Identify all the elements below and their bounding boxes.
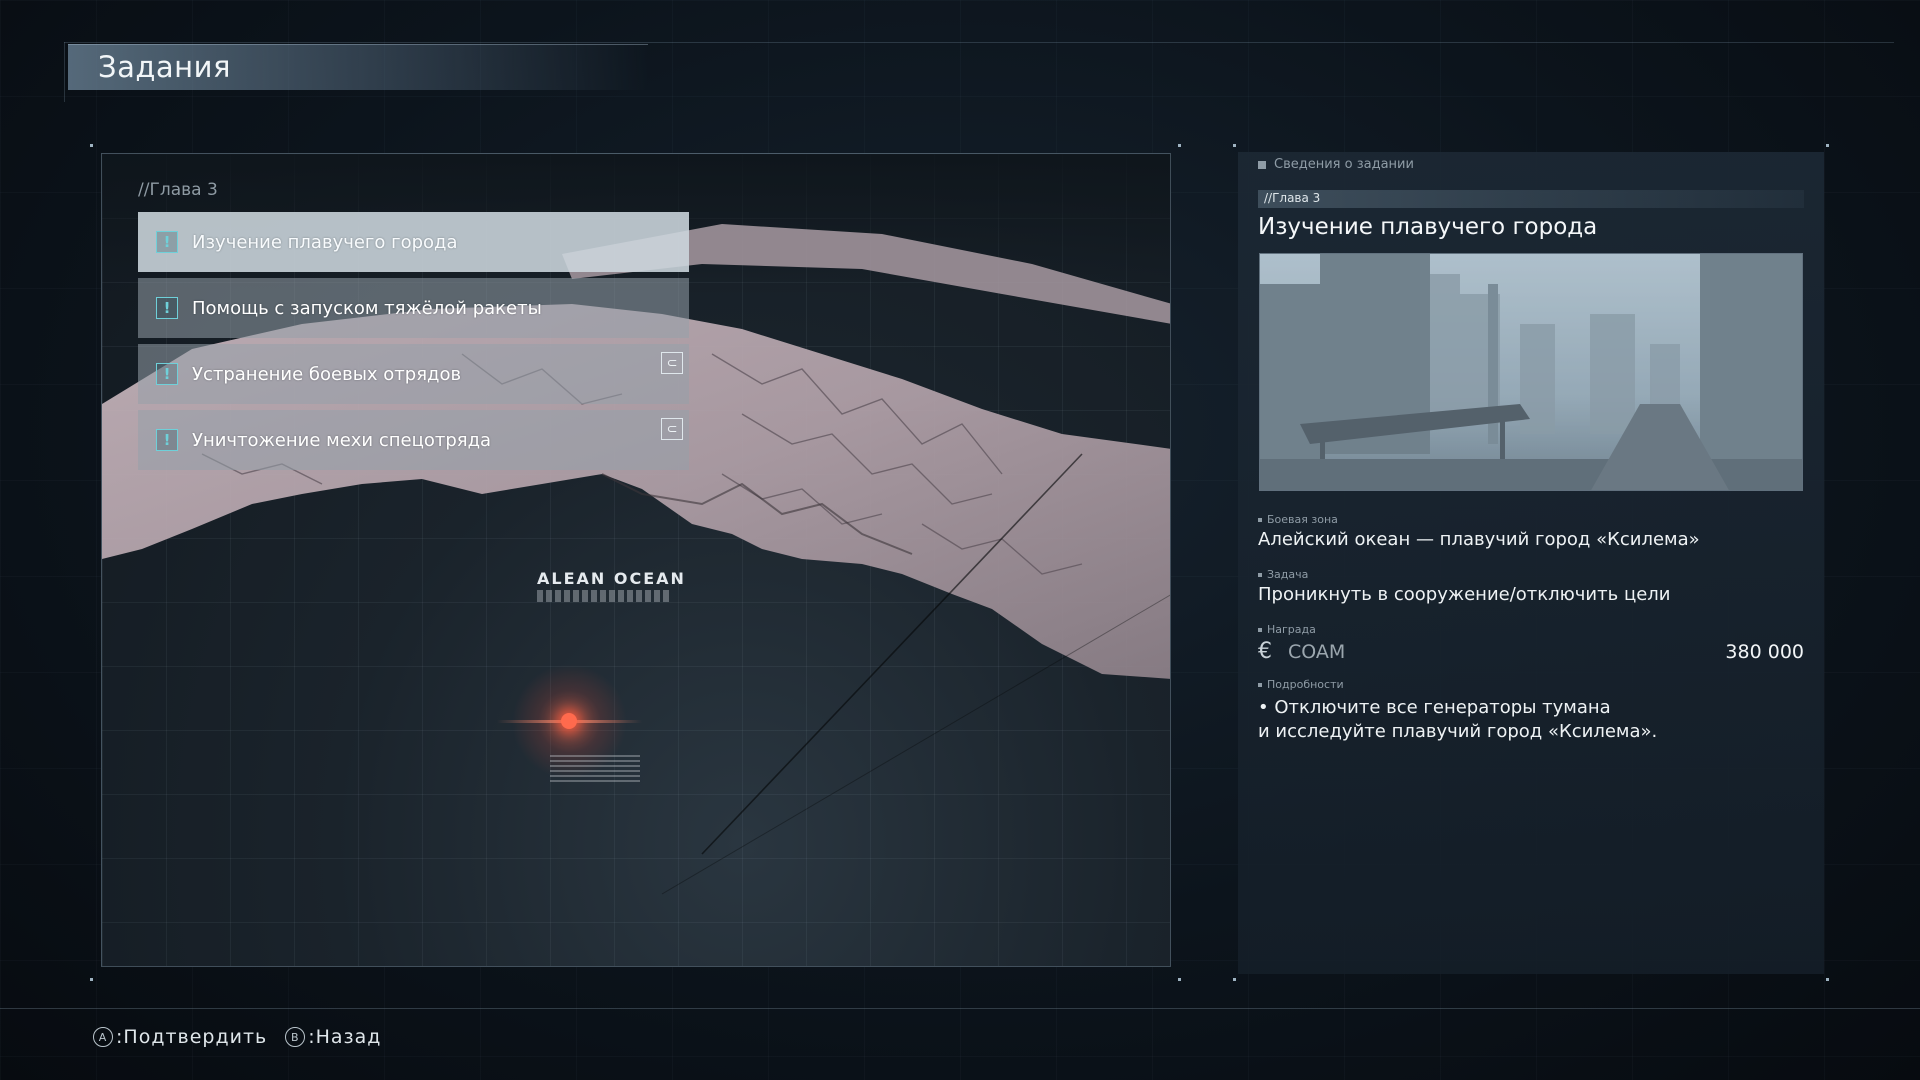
mission-item-floating-city[interactable]: ! Изучение плавучего города xyxy=(138,212,689,272)
details-description: • Отключите все генераторы тумана и иссл… xyxy=(1258,696,1657,744)
button-prompts: A :Подтвердить B :Назад xyxy=(93,1026,399,1048)
screen-title: Задания xyxy=(98,50,231,84)
reward-label: Награда xyxy=(1258,623,1316,636)
replay-tag-icon: ⊂ xyxy=(661,418,683,440)
frame-line-left xyxy=(64,42,65,102)
ocean-label-fineprint xyxy=(537,590,672,602)
confirm-label: :Подтвердить xyxy=(116,1026,268,1048)
corner-dot xyxy=(1233,978,1236,981)
reward-row: € COAM 380 000 xyxy=(1258,639,1804,665)
back-label: :Назад xyxy=(308,1026,382,1048)
chapter-label: //Глава 3 xyxy=(138,180,218,200)
details-line: • Отключите все генераторы тумана xyxy=(1258,697,1611,718)
mission-item-combat-squads[interactable]: ! Устранение боевых отрядов ⊂ xyxy=(138,344,689,404)
mission-location-marker-icon[interactable] xyxy=(561,713,577,729)
confirm-prompt[interactable]: A :Подтвердить xyxy=(93,1026,267,1048)
ocean-label: ALEAN OCEAN xyxy=(537,569,686,588)
mission-label: Уничтожение мехи спецотряда xyxy=(192,429,492,451)
footer-divider xyxy=(0,1008,1920,1009)
exclamation-icon: ! xyxy=(156,297,178,319)
combat-zone-value: Алейский океан — плавучий город «Ксилема… xyxy=(1258,529,1700,550)
details-line: и исследуйте плавучий город «Ксилема». xyxy=(1258,721,1658,742)
corner-dot xyxy=(90,144,93,147)
square-bullet-icon xyxy=(1258,573,1262,577)
mission-details-panel: Сведения о задании //Глава 3 Изучение пл… xyxy=(1238,152,1824,974)
reward-currency: COAM xyxy=(1288,641,1346,663)
objective-value: Проникнуть в сооружение/отключить цели xyxy=(1258,584,1671,605)
corner-dot xyxy=(1178,144,1181,147)
foggy-city-illustration xyxy=(1260,254,1802,490)
exclamation-icon: ! xyxy=(156,231,178,253)
map-panel[interactable]: //Глава 3 ! Изучение плавучего города ! … xyxy=(101,153,1171,967)
details-chapter-label: //Глава 3 xyxy=(1264,191,1321,205)
b-button-icon: B xyxy=(285,1027,306,1047)
mission-item-heavy-rocket[interactable]: ! Помощь с запуском тяжёлой ракеты xyxy=(138,278,689,338)
details-label: Подробности xyxy=(1258,678,1344,691)
corner-dot xyxy=(1826,978,1829,981)
details-section-header: Сведения о задании xyxy=(1258,157,1414,172)
square-bullet-icon xyxy=(1258,518,1262,522)
details-mission-title: Изучение плавучего города xyxy=(1258,214,1598,240)
frame-line-top xyxy=(64,42,1894,43)
square-bullet-icon xyxy=(1258,628,1262,632)
currency-icon: € xyxy=(1258,639,1272,664)
combat-zone-label: Боевая зона xyxy=(1258,513,1338,526)
mission-preview-image xyxy=(1259,253,1803,491)
mission-list: ! Изучение плавучего города ! Помощь с з… xyxy=(138,212,689,476)
corner-dot xyxy=(90,978,93,981)
corner-dot xyxy=(1233,144,1236,147)
mission-label: Устранение боевых отрядов xyxy=(192,363,462,385)
corner-dot xyxy=(1178,978,1181,981)
square-bullet-icon xyxy=(1258,160,1266,169)
mission-label: Изучение плавучего города xyxy=(192,231,458,253)
exclamation-icon: ! xyxy=(156,429,178,451)
replay-tag-icon: ⊂ xyxy=(661,352,683,374)
corner-dot xyxy=(1826,144,1829,147)
screen-header: Задания xyxy=(68,44,648,90)
exclamation-icon: ! xyxy=(156,363,178,385)
reward-amount: 380 000 xyxy=(1725,641,1804,663)
square-bullet-icon xyxy=(1258,683,1262,687)
details-chapter-bar: //Глава 3 xyxy=(1258,190,1804,208)
objective-label: Задача xyxy=(1258,568,1308,581)
a-button-icon: A xyxy=(93,1027,113,1047)
mission-item-special-mech[interactable]: ! Уничтожение мехи спецотряда ⊂ xyxy=(138,410,689,470)
marker-fineprint xyxy=(550,752,640,782)
back-prompt[interactable]: B :Назад xyxy=(285,1026,381,1048)
mission-label: Помощь с запуском тяжёлой ракеты xyxy=(192,297,542,319)
